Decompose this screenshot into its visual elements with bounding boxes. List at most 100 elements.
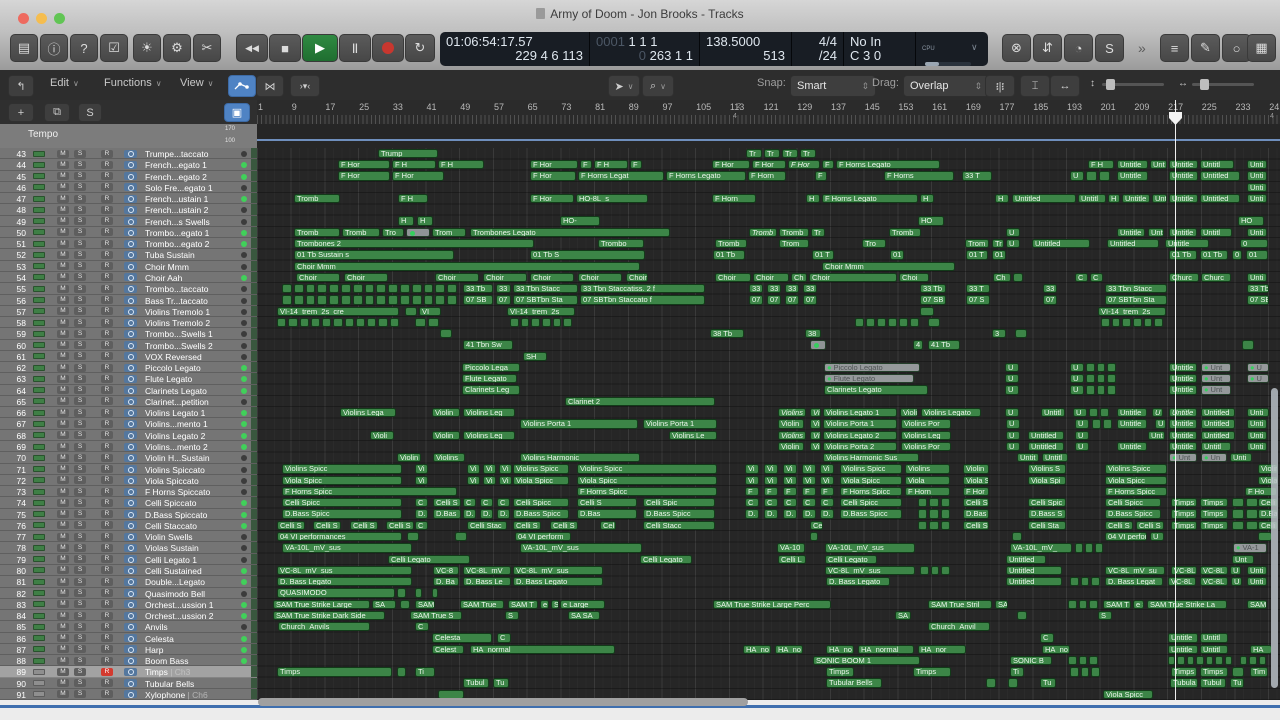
track-on-off-button[interactable] [124, 206, 137, 214]
midi-region[interactable]: Celli S [550, 521, 578, 530]
midi-region[interactable]: H [1108, 194, 1120, 203]
record-arm-button[interactable]: R [101, 589, 113, 597]
media-browser-button[interactable]: ▦ [1247, 34, 1276, 62]
midi-region[interactable]: 07 [496, 295, 511, 304]
mute-button[interactable]: M [57, 307, 69, 315]
midi-region[interactable]: Vi [467, 464, 480, 473]
midi-region[interactable]: F [580, 160, 592, 169]
midi-region[interactable]: U [1005, 374, 1019, 383]
track-on-off-button[interactable] [124, 589, 137, 597]
midi-region[interactable]: Vi [483, 476, 496, 485]
midi-region[interactable]: C [764, 498, 778, 507]
midi-region[interactable]: 33 Tb [463, 284, 493, 293]
midi-region[interactable]: Celli S [350, 521, 378, 530]
midi-region[interactable]: Choir [715, 273, 751, 282]
mute-button[interactable]: M [57, 386, 69, 394]
midi-region[interactable]: U [1006, 431, 1020, 440]
midi-region[interactable]: ●U [1247, 374, 1269, 383]
midi-region[interactable]: U [1070, 385, 1084, 394]
midi-region[interactable]: 07 [785, 295, 799, 304]
midi-region[interactable]: Vi [783, 476, 797, 485]
track-name[interactable]: Piccolo Legato [145, 363, 237, 373]
midi-region[interactable]: Timps [1200, 667, 1228, 676]
horizontal-auto-zoom-button[interactable]: ↔ [1050, 75, 1080, 97]
midi-region[interactable]: F H [594, 160, 628, 169]
solo-button[interactable]: S [74, 375, 86, 383]
midi-region[interactable]: D. Bass Legat [1105, 577, 1163, 586]
midi-region[interactable]: Celli S [433, 498, 461, 507]
midi-region[interactable]: F Horns Spicc [840, 487, 902, 496]
midi-region[interactable]: Celli S [963, 498, 989, 507]
midi-region[interactable]: 01 Tb [1200, 250, 1228, 259]
midi-region[interactable]: F Hor [530, 171, 576, 180]
midi-region[interactable]: SA [995, 600, 1008, 609]
record-arm-button[interactable]: R [101, 544, 113, 552]
track-name[interactable]: Flute Legato [145, 374, 237, 384]
midi-region[interactable]: Violin [432, 431, 460, 440]
midi-region[interactable]: Violins Leg [463, 431, 515, 440]
midi-region[interactable]: 38 Tb [710, 329, 744, 338]
midi-region[interactable] [455, 532, 467, 541]
midi-region[interactable]: Tr [782, 149, 798, 158]
midi-region[interactable]: F Hor [752, 160, 786, 169]
record-arm-button[interactable]: R [101, 262, 113, 270]
mute-button[interactable]: M [57, 217, 69, 225]
midi-region[interactable]: Choi [899, 273, 929, 282]
midi-region[interactable]: Vi [810, 419, 821, 428]
midi-region[interactable]: 01 T [966, 250, 988, 259]
midi-region[interactable]: Untitl [1042, 453, 1068, 462]
track-name[interactable]: Violins...mento 1 [145, 419, 237, 429]
record-arm-button[interactable]: R [101, 386, 113, 394]
midi-region[interactable]: Unti [1247, 194, 1267, 203]
midi-region[interactable]: Violins Leg [901, 431, 951, 440]
midi-region[interactable]: D. [480, 509, 493, 518]
midi-region[interactable]: Unti [1247, 566, 1267, 575]
midi-region[interactable]: Viola Spicc [513, 476, 569, 485]
midi-region[interactable]: Celli S [513, 521, 541, 530]
midi-region[interactable]: Celli Spicc [513, 498, 569, 507]
pointer-tool-button[interactable]: ➤∨ [608, 75, 640, 97]
midi-region[interactable]: ●Flute Legato [824, 374, 914, 383]
mute-button[interactable]: M [57, 476, 69, 484]
track-row[interactable]: 48MSRFrench...ustain 2 [0, 204, 257, 215]
midi-region[interactable] [432, 588, 438, 597]
midi-region[interactable]: 33 Tbn Stacc [513, 284, 578, 293]
midi-region[interactable]: F Horn [712, 194, 756, 203]
track-header-config-button[interactable]: ▣ [224, 103, 250, 122]
midi-region[interactable]: F Horns [884, 171, 954, 180]
mute-button[interactable]: M [57, 195, 69, 203]
midi-region[interactable]: Churc [1201, 273, 1231, 282]
track-row[interactable]: 89MSRTimps | Ch3 [0, 666, 257, 677]
record-arm-button[interactable]: R [101, 465, 113, 473]
record-arm-button[interactable]: R [101, 183, 113, 191]
track-on-off-button[interactable] [124, 364, 137, 372]
midi-region[interactable]: Violins Porta 2 [823, 442, 897, 451]
midi-region[interactable]: Cel [600, 521, 616, 530]
midi-region[interactable]: Viola Spicc [840, 476, 902, 485]
record-arm-button[interactable]: R [101, 285, 113, 293]
midi-region[interactable]: Choir [344, 273, 388, 282]
midi-region[interactable]: Celesta [432, 633, 492, 642]
bar-ruler[interactable]: 1917253341495765738189971051131211291371… [257, 100, 1280, 125]
midi-region[interactable]: 04 VI performances [277, 532, 402, 541]
midi-region[interactable]: Vi [415, 464, 428, 473]
solo-button[interactable]: S [74, 420, 86, 428]
midi-region[interactable]: D. [820, 509, 834, 518]
midi-region[interactable]: 07 S [966, 295, 990, 304]
track-on-off-button[interactable] [124, 161, 137, 169]
midi-region[interactable]: U [1070, 171, 1084, 180]
midi-region[interactable]: Violi [370, 431, 394, 440]
midi-region[interactable]: 33 Tbn Staccatiss. 2 f [580, 284, 705, 293]
solo-button[interactable]: S [74, 533, 86, 541]
midi-region[interactable]: Violins Porta 1 [823, 419, 897, 428]
mute-button[interactable]: M [57, 161, 69, 169]
lcd-chevron-icon[interactable]: ∨ [971, 32, 981, 66]
track-row[interactable]: 62MSRPiccolo Legato [0, 362, 257, 373]
midi-region[interactable]: Untitled [1012, 194, 1076, 203]
midi-region[interactable]: C [1075, 273, 1088, 282]
midi-region[interactable]: Untitl [1078, 194, 1106, 203]
record-arm-button[interactable]: R [101, 330, 113, 338]
mute-button[interactable]: M [57, 273, 69, 281]
track-name[interactable]: Violins...mento 2 [145, 442, 237, 452]
track-name[interactable]: Violins Legato 1 [145, 408, 237, 418]
